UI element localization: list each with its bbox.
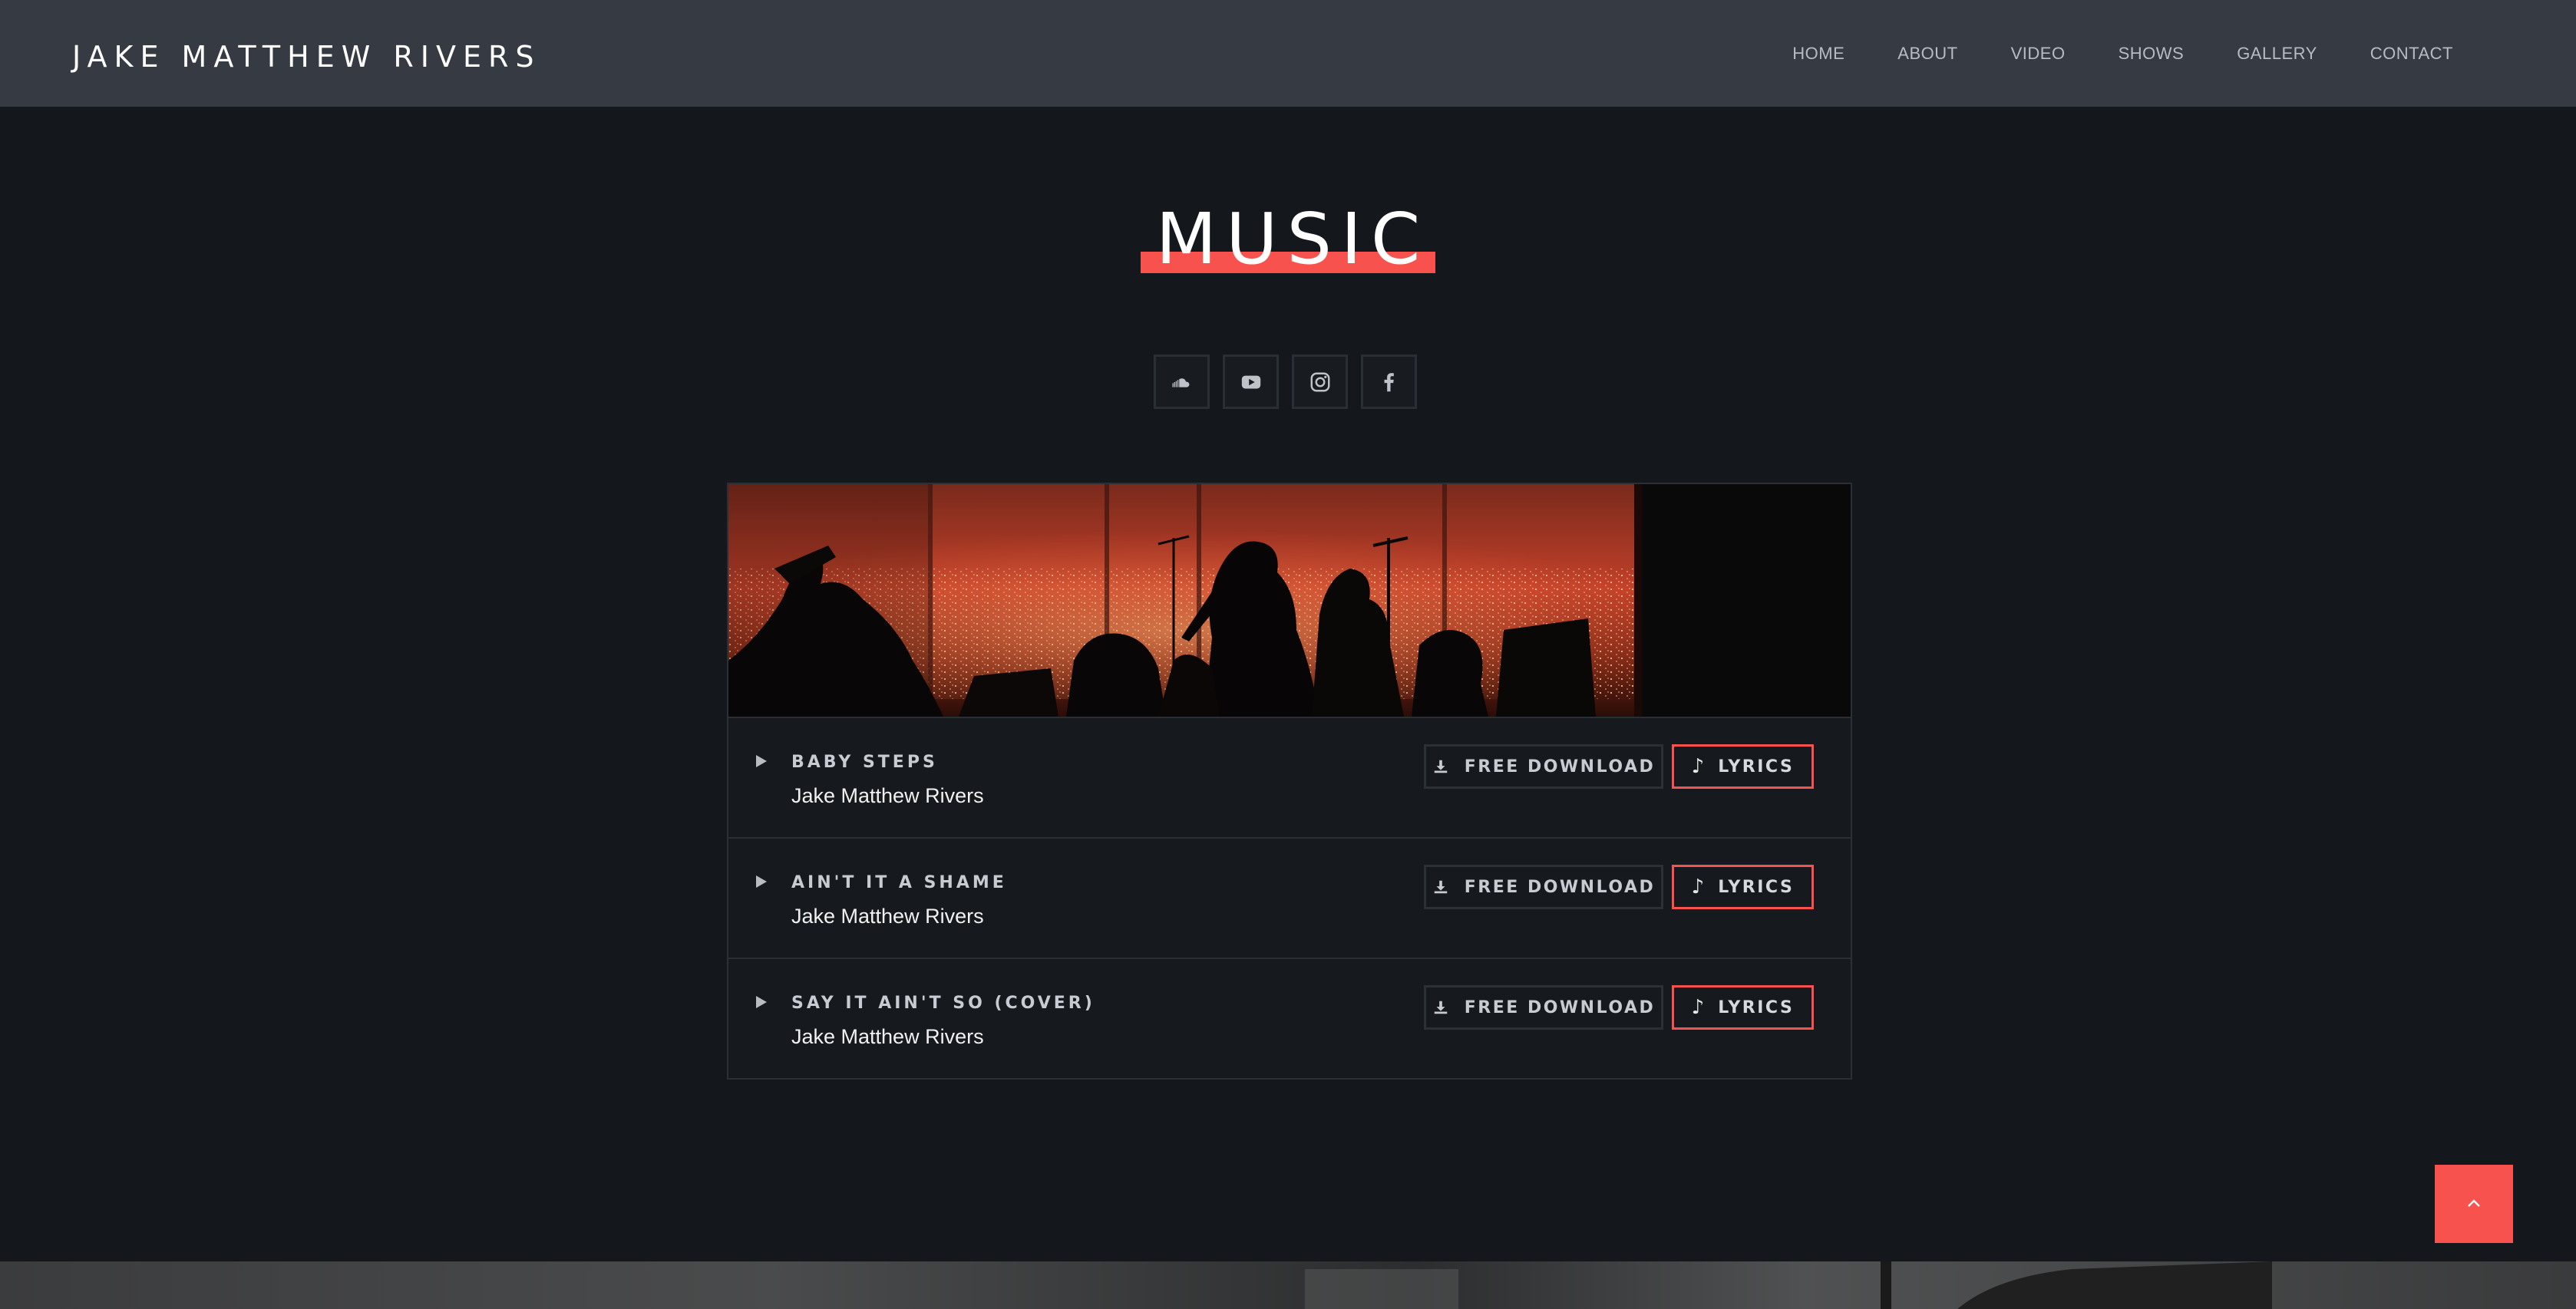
chevron-up-icon — [2468, 1199, 2480, 1207]
soundcloud-icon — [1171, 378, 1189, 387]
download-label: FREE DOWNLOAD — [1464, 757, 1656, 776]
section-title: MUSIC — [1140, 201, 1436, 278]
lyrics-label: LYRICS — [1718, 757, 1795, 776]
section-header: MUSIC — [0, 201, 2576, 278]
download-icon — [1434, 880, 1448, 894]
music-note-icon: ♪ — [1691, 875, 1705, 898]
album-cover-image — [728, 484, 1851, 717]
back-to-top-button[interactable] — [2435, 1165, 2513, 1243]
nav-about[interactable]: ABOUT — [1897, 44, 1957, 64]
soundcloud-link[interactable] — [1154, 354, 1210, 409]
track-artist: Jake Matthew Rivers — [791, 1025, 984, 1048]
music-note-icon: ♪ — [1691, 755, 1705, 778]
free-download-button[interactable]: FREE DOWNLOAD — [1424, 744, 1663, 789]
nav-shows[interactable]: SHOWS — [2119, 44, 2185, 64]
site-brand[interactable]: JAKE MATTHEW RIVERS — [72, 40, 541, 74]
play-icon[interactable] — [756, 875, 767, 888]
free-download-button[interactable]: FREE DOWNLOAD — [1424, 985, 1663, 1030]
free-download-button[interactable]: FREE DOWNLOAD — [1424, 865, 1663, 909]
track-artist: Jake Matthew Rivers — [791, 905, 984, 928]
lyrics-label: LYRICS — [1718, 877, 1795, 897]
music-note-icon: ♪ — [1691, 996, 1705, 1019]
instagram-icon — [1310, 372, 1329, 391]
lyrics-button[interactable]: ♪ LYRICS — [1672, 865, 1814, 909]
download-icon — [1434, 1001, 1448, 1014]
track-row: AIN'T IT A SHAME Jake Matthew Rivers FRE… — [728, 837, 1851, 958]
track-title[interactable]: SAY IT AIN'T SO (COVER) — [791, 994, 1095, 1013]
instagram-link[interactable] — [1292, 354, 1348, 409]
youtube-link[interactable] — [1223, 354, 1279, 409]
download-icon — [1434, 760, 1448, 773]
track-row: BABY STEPS Jake Matthew Rivers FREE DOWN… — [728, 717, 1851, 837]
nav-gallery[interactable]: GALLERY — [2237, 44, 2317, 64]
play-icon[interactable] — [756, 996, 767, 1008]
download-label: FREE DOWNLOAD — [1464, 877, 1656, 897]
nav-video[interactable]: VIDEO — [2011, 44, 2066, 64]
track-title[interactable]: AIN'T IT A SHAME — [791, 873, 1007, 892]
social-links — [1154, 354, 1417, 409]
facebook-link[interactable] — [1361, 354, 1417, 409]
music-player: BABY STEPS Jake Matthew Rivers FREE DOWN… — [727, 483, 1852, 1080]
lyrics-button[interactable]: ♪ LYRICS — [1672, 744, 1814, 789]
nav-home[interactable]: HOME — [1792, 44, 1844, 64]
youtube-icon — [1241, 375, 1260, 388]
track-row: SAY IT AIN'T SO (COVER) Jake Matthew Riv… — [728, 958, 1851, 1078]
track-title[interactable]: BABY STEPS — [791, 753, 938, 772]
nav-contact[interactable]: CONTACT — [2370, 44, 2453, 64]
lyrics-button[interactable]: ♪ LYRICS — [1672, 985, 1814, 1030]
lyrics-label: LYRICS — [1718, 997, 1795, 1017]
download-label: FREE DOWNLOAD — [1464, 997, 1656, 1017]
next-section-background-image — [0, 1261, 2576, 1309]
play-icon[interactable] — [756, 755, 767, 767]
top-navbar: JAKE MATTHEW RIVERS HOME ABOUT VIDEO SHO… — [0, 0, 2576, 107]
track-artist: Jake Matthew Rivers — [791, 784, 984, 807]
facebook-icon — [1384, 372, 1394, 391]
main-nav: HOME ABOUT VIDEO SHOWS GALLERY CONTACT — [1792, 0, 2453, 107]
